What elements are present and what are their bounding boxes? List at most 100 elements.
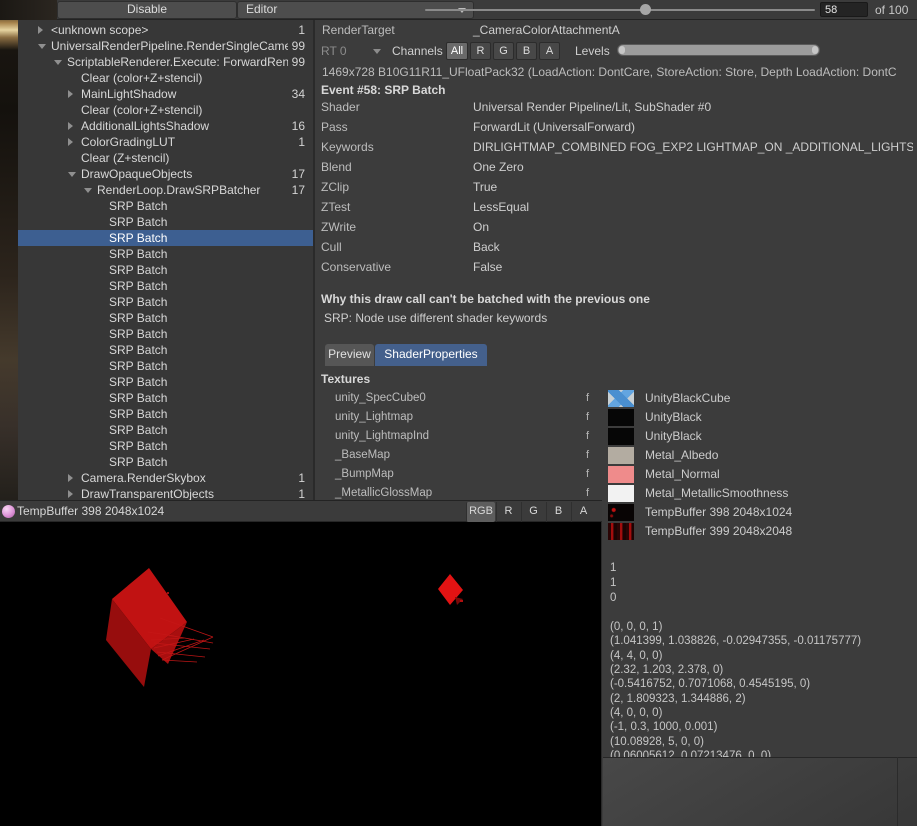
tree-row[interactable]: SRP Batch <box>18 278 313 294</box>
texture-thumbnail-normal[interactable] <box>608 466 634 483</box>
tree-row-label: SRP Batch <box>109 215 305 229</box>
texture-value: Metal_Albedo <box>645 448 718 462</box>
tab-shader-properties[interactable]: ShaderProperties <box>375 344 487 366</box>
chevron-down-icon[interactable] <box>84 188 97 193</box>
preview-channel-g-button[interactable]: G <box>521 502 545 522</box>
event-tree: <unknown scope>1 UniversalRenderPipeline… <box>18 20 313 500</box>
tree-row[interactable]: ColorGradingLUT1 <box>18 134 313 150</box>
levels-range-slider[interactable] <box>617 44 820 56</box>
texture-thumbnail-tempbuffer398[interactable] <box>608 504 634 521</box>
tree-row-count: 16 <box>292 119 305 133</box>
preview-channel-b-button[interactable]: B <box>546 502 570 522</box>
tree-row[interactable]: RenderLoop.DrawSRPBatcher17 <box>18 182 313 198</box>
chevron-right-icon[interactable] <box>68 138 81 146</box>
vector-value: (2.32, 1.203, 2.378, 0) <box>610 664 723 676</box>
tree-row[interactable]: SRP Batch <box>18 198 313 214</box>
preview-channel-r-button[interactable]: R <box>496 502 520 522</box>
tree-row[interactable]: SRP Batch <box>18 374 313 390</box>
texture-thumbnail-metallicsmoothness[interactable] <box>608 485 634 502</box>
tree-row[interactable]: SRP Batch <box>18 326 313 342</box>
chevron-right-icon[interactable] <box>68 122 81 130</box>
tree-row[interactable]: ScriptableRenderer.Execute: ForwardRende… <box>18 54 313 70</box>
levels-max-handle[interactable] <box>812 46 818 54</box>
tree-row-label: SRP Batch <box>109 375 305 389</box>
texture-flag: f <box>586 430 589 442</box>
chevron-down-icon[interactable] <box>38 44 51 49</box>
tree-row-count: 99 <box>292 39 305 53</box>
texture-thumbnail-unityblack[interactable] <box>608 409 634 426</box>
tree-row-label: ColorGradingLUT <box>81 135 294 149</box>
disable-button[interactable]: Disable <box>57 1 237 19</box>
tree-row-selected[interactable]: SRP Batch <box>18 230 313 246</box>
tree-row[interactable]: <unknown scope>1 <box>18 22 313 38</box>
vector-value: (0, 0, 0, 1) <box>610 621 662 633</box>
tree-row-label: UniversalRenderPipeline.RenderSingleCame… <box>51 39 288 53</box>
event-number-input[interactable] <box>820 2 868 17</box>
texture-value: TempBuffer 399 2048x2048 <box>645 524 792 538</box>
texture-thumbnail-albedo[interactable] <box>608 447 634 464</box>
tree-row[interactable]: DrawOpaqueObjects17 <box>18 166 313 182</box>
texture-value: UnityBlack <box>645 410 702 424</box>
event-slider-track[interactable] <box>425 9 815 11</box>
channels-label: Channels <box>392 44 443 58</box>
texture-thumbnail-unityblack[interactable] <box>608 428 634 445</box>
channel-all-button[interactable]: All <box>446 42 468 60</box>
tree-row[interactable]: MainLightShadow34 <box>18 86 313 102</box>
tree-row[interactable]: SRP Batch <box>18 406 313 422</box>
render-texture-icon <box>2 505 15 518</box>
vector-value: (10.08928, 5, 0, 0) <box>610 736 704 748</box>
preview-channel-rgb-button[interactable]: RGB <box>466 502 495 522</box>
texture-thumbnail-tempbuffer399[interactable] <box>608 523 634 540</box>
tree-row[interactable]: SRP Batch <box>18 246 313 262</box>
channel-a-button[interactable]: A <box>539 42 560 60</box>
tree-row[interactable]: SRP Batch <box>18 294 313 310</box>
vector-value: (4, 4, 0, 0) <box>610 650 662 662</box>
vector-value: (2, 1.809323, 1.344886, 2) <box>610 693 746 705</box>
tree-row[interactable]: Clear (color+Z+stencil) <box>18 70 313 86</box>
tree-row[interactable]: SRP Batch <box>18 390 313 406</box>
property-label: ZTest <box>321 200 350 214</box>
texture-thumbnail-unityblackcube[interactable] <box>608 390 634 407</box>
property-value: ForwardLit (UniversalForward) <box>473 120 635 134</box>
tree-row-label: Clear (color+Z+stencil) <box>81 103 301 117</box>
tree-row[interactable]: UniversalRenderPipeline.RenderSingleCame… <box>18 38 313 54</box>
vector-value: (4, 0, 0, 0) <box>610 707 662 719</box>
chevron-down-icon[interactable] <box>54 60 67 65</box>
channel-r-button[interactable]: R <box>470 42 491 60</box>
rt-dropdown[interactable]: RT 0 <box>321 44 347 58</box>
channel-g-button[interactable]: G <box>493 42 514 60</box>
tree-row[interactable]: AdditionalLightsShadow16 <box>18 118 313 134</box>
chevron-right-icon[interactable] <box>68 90 81 98</box>
tree-row-label: SRP Batch <box>109 343 305 357</box>
chevron-right-icon[interactable] <box>68 490 81 498</box>
texture-flag: f <box>586 392 589 404</box>
property-value: Universal Render Pipeline/Lit, SubShader… <box>473 100 711 114</box>
tree-row[interactable]: SRP Batch <box>18 438 313 454</box>
property-label: Shader <box>321 100 360 114</box>
tree-row[interactable]: SRP Batch <box>18 342 313 358</box>
texture-value: UnityBlack <box>645 429 702 443</box>
chevron-down-icon[interactable] <box>68 172 81 177</box>
tree-row[interactable]: SRP Batch <box>18 422 313 438</box>
event-slider-handle[interactable] <box>640 4 651 15</box>
tree-row[interactable]: Clear (color+Z+stencil) <box>18 102 313 118</box>
tree-row-label: SRP Batch <box>109 359 305 373</box>
tree-row[interactable]: Camera.RenderSkybox1 <box>18 470 313 486</box>
tree-row[interactable]: SRP Batch <box>18 262 313 278</box>
tree-row[interactable]: SRP Batch <box>18 358 313 374</box>
tab-preview[interactable]: Preview <box>325 344 374 366</box>
tree-row[interactable]: Clear (Z+stencil) <box>18 150 313 166</box>
channel-b-button[interactable]: B <box>516 42 537 60</box>
chevron-right-icon[interactable] <box>38 26 51 34</box>
levels-min-handle[interactable] <box>619 46 625 54</box>
texture-name: unity_SpecCube0 <box>335 392 426 404</box>
chevron-right-icon[interactable] <box>68 474 81 482</box>
property-value: DIRLIGHTMAP_COMBINED FOG_EXP2 LIGHTMAP_O… <box>473 140 913 154</box>
tree-row[interactable]: SRP Batch <box>18 214 313 230</box>
tree-row[interactable]: SRP Batch <box>18 310 313 326</box>
vector-value: (-0.5416752, 0.7071068, 0.4545195, 0) <box>610 678 810 690</box>
tree-row-count: 17 <box>292 167 305 181</box>
preview-channel-a-button[interactable]: A <box>571 502 595 522</box>
tree-row[interactable]: DrawTransparentObjects1 <box>18 486 313 500</box>
tree-row[interactable]: SRP Batch <box>18 454 313 470</box>
